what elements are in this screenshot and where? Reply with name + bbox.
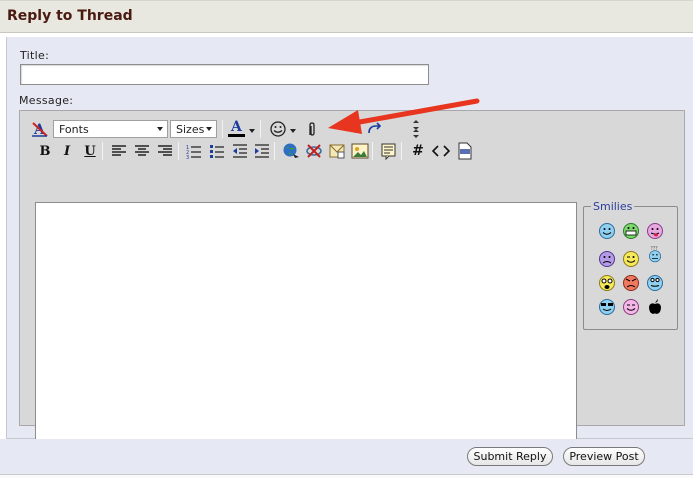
preview-post-button[interactable]: Preview Post	[563, 447, 645, 466]
smilie-smile-icon[interactable]	[598, 222, 616, 240]
title-label: Title:	[20, 49, 50, 62]
smilie-biggrin-icon[interactable]	[622, 222, 640, 240]
smilies-legend: Smilies	[591, 200, 635, 213]
php-icon[interactable]	[455, 141, 475, 161]
insert-email-icon[interactable]	[327, 141, 347, 161]
size-select[interactable]: Sizes	[170, 120, 217, 138]
outdent-icon[interactable]	[230, 141, 250, 161]
message-label: Message:	[19, 94, 74, 107]
attachment-icon[interactable]	[302, 119, 322, 139]
toolbar-separator	[102, 142, 103, 160]
align-left-icon[interactable]	[109, 141, 129, 161]
smilie-frown-icon[interactable]	[598, 250, 616, 268]
align-right-icon[interactable]	[155, 141, 175, 161]
svg-text:A: A	[230, 119, 243, 135]
bold-icon[interactable]: B	[35, 141, 55, 161]
smilie-cool-icon[interactable]	[598, 298, 616, 316]
toolbar-separator	[178, 142, 179, 160]
font-color-dropdown-icon[interactable]	[249, 129, 255, 133]
italic-icon[interactable]: I	[57, 141, 77, 161]
page-title: Reply to Thread	[7, 8, 133, 24]
smilie-redface-icon[interactable]	[622, 298, 640, 316]
underline-icon[interactable]: U	[80, 141, 100, 161]
toolbar-separator	[260, 120, 261, 138]
quote-icon[interactable]	[379, 141, 399, 161]
unordered-list-icon[interactable]	[207, 141, 227, 161]
ordered-list-icon[interactable]: 123	[184, 141, 204, 161]
smilie-eek-icon[interactable]	[598, 274, 616, 292]
smilie-wink-icon[interactable]	[622, 250, 640, 268]
indent-icon[interactable]	[252, 141, 272, 161]
align-center-icon[interactable]	[132, 141, 152, 161]
insert-image-icon[interactable]	[350, 141, 370, 161]
title-input[interactable]	[20, 64, 429, 85]
font-select[interactable]: Fonts	[53, 120, 168, 138]
toolbar-separator	[401, 142, 402, 160]
smilie-apple-icon[interactable]	[646, 298, 664, 316]
message-editor: A Fonts Sizes A	[19, 110, 685, 453]
thread-header: Reply to Thread	[0, 0, 693, 33]
code-icon[interactable]	[431, 141, 451, 161]
toolbar-separator	[222, 120, 223, 138]
toolbar-separator	[372, 142, 373, 160]
smiley-picker-icon[interactable]	[268, 119, 288, 139]
form-footer: Submit Reply Preview Post	[0, 439, 693, 475]
font-color-icon[interactable]: A	[226, 118, 246, 138]
message-textarea[interactable]	[35, 202, 577, 453]
annotation-arrow-icon	[328, 98, 480, 134]
smilie-tongue-icon[interactable]	[646, 222, 664, 240]
smilie-mad-icon[interactable]	[622, 274, 640, 292]
insert-link-icon[interactable]	[281, 141, 301, 161]
smilie-confused-icon[interactable]: ???	[646, 245, 664, 263]
toolbar-separator	[274, 142, 275, 160]
remove-link-icon[interactable]	[304, 141, 324, 161]
hash-icon[interactable]: #	[408, 141, 428, 161]
smilie-rolleyes-icon[interactable]	[646, 274, 664, 292]
svg-text:3: 3	[186, 155, 189, 159]
submit-reply-button[interactable]: Submit Reply	[467, 447, 553, 466]
remove-format-icon[interactable]: A	[30, 119, 50, 139]
smiley-dropdown-icon[interactable]	[290, 129, 296, 133]
page-divider	[0, 474, 693, 478]
